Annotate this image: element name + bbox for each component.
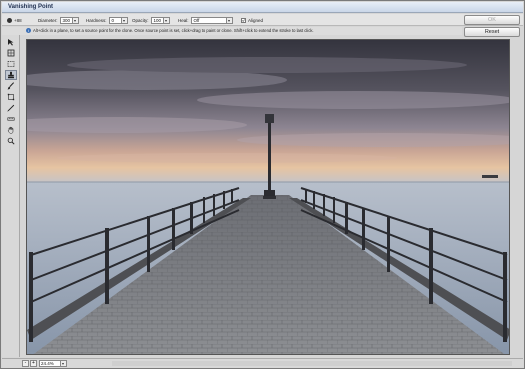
pier-photo <box>27 40 509 354</box>
reset-button[interactable]: Reset <box>464 27 520 37</box>
arrow-pointer-icon <box>8 39 14 46</box>
brush-preset[interactable]: +88 <box>7 16 24 24</box>
hardness-label: Hardness: <box>86 17 107 23</box>
diameter-label: Diameter: <box>38 17 58 23</box>
hand-tool[interactable] <box>5 125 17 135</box>
marquee-tool[interactable] <box>5 59 17 69</box>
heal-label: Heal: <box>178 17 189 23</box>
heal-select[interactable]: Off <box>190 16 227 24</box>
zoom-level-field[interactable]: 24.4% <box>39 360 61 367</box>
brush-size-label: +88 <box>14 17 22 23</box>
hardness-dropdown[interactable] <box>121 16 128 24</box>
brush-tool[interactable] <box>5 81 17 91</box>
eyedropper-icon <box>7 104 15 112</box>
brush-preset-icon <box>7 17 12 23</box>
horizontal-scrollbar[interactable] <box>112 361 512 366</box>
opacity-label: Opacity: <box>132 17 149 23</box>
eyedropper-tool[interactable] <box>5 103 17 113</box>
hand-icon <box>7 126 14 134</box>
info-icon: i <box>26 28 31 33</box>
brush-icon <box>7 82 14 90</box>
grid-plane-icon <box>7 49 15 57</box>
diameter-dropdown[interactable] <box>72 16 79 24</box>
vanishing-point-dialog: Vanishing Point +88 Diameter: 300 Hardne… <box>0 0 525 369</box>
hint-text: Alt+click in a plane, to set a source po… <box>33 28 314 33</box>
stamp-tool[interactable] <box>5 70 17 80</box>
status-bar: - + 24.4% <box>2 358 523 368</box>
hardness-input[interactable]: 0 <box>108 16 122 24</box>
clone-stamp-icon <box>8 71 14 79</box>
title-bar: Vanishing Point <box>2 2 523 13</box>
transform-icon <box>7 93 15 101</box>
opacity-input[interactable]: 100 <box>150 16 164 24</box>
zoom-in-button[interactable]: + <box>30 360 37 367</box>
magnifier-icon <box>7 137 15 145</box>
image-canvas[interactable] <box>26 39 510 355</box>
diameter-input[interactable]: 300 <box>59 16 73 24</box>
ok-button[interactable]: OK <box>464 15 520 25</box>
heal-dropdown[interactable] <box>226 16 233 24</box>
create-plane-tool[interactable] <box>5 48 17 58</box>
edit-plane-tool[interactable] <box>5 37 17 47</box>
measure-tool[interactable] <box>5 114 17 124</box>
opacity-dropdown[interactable] <box>163 16 170 24</box>
aligned-label: Aligned <box>248 17 264 23</box>
dialog-title: Vanishing Point <box>8 4 54 10</box>
zoom-out-button[interactable]: - <box>22 360 29 367</box>
marquee-icon <box>7 61 15 67</box>
aligned-checkbox[interactable] <box>241 17 246 23</box>
options-bar: +88 Diameter: 300 Hardness: 0 Opacity: 1… <box>2 14 523 26</box>
zoom-tool[interactable] <box>5 136 17 146</box>
hint-bar: i Alt+click in a plane, to set a source … <box>2 27 462 35</box>
zoom-dropdown[interactable] <box>61 360 67 367</box>
transform-tool[interactable] <box>5 92 17 102</box>
ruler-icon <box>7 117 15 121</box>
tools-panel <box>2 35 20 357</box>
